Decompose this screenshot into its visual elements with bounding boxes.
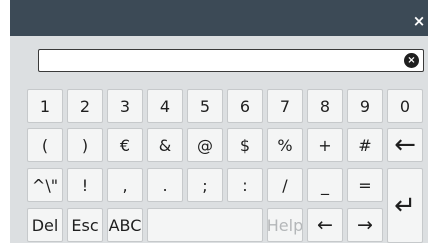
key-equals[interactable]: =	[347, 168, 383, 202]
key-caret-backslash-quote[interactable]: ^\"	[27, 168, 63, 202]
space-key[interactable]	[147, 208, 263, 242]
help-key: Help	[267, 208, 303, 242]
key-slash[interactable]: /	[267, 168, 303, 202]
key-1[interactable]: 1	[27, 89, 63, 123]
enter-key[interactable]: ↵	[387, 168, 423, 243]
key-0[interactable]: 0	[387, 89, 423, 123]
key-semicolon[interactable]: ;	[187, 168, 223, 202]
key-percent[interactable]: %	[267, 128, 303, 162]
key-dollar[interactable]: $	[227, 128, 263, 162]
key-exclamation[interactable]: !	[67, 168, 103, 202]
key-plus[interactable]: +	[307, 128, 343, 162]
key-9[interactable]: 9	[347, 89, 383, 123]
key-3[interactable]: 3	[107, 89, 143, 123]
clear-icon[interactable]: ×	[404, 53, 419, 68]
key-4[interactable]: 4	[147, 89, 183, 123]
key-underscore[interactable]: _	[307, 168, 343, 202]
delete-key[interactable]: Del	[27, 208, 63, 242]
abc-toggle-key[interactable]: ABC	[107, 208, 143, 242]
key-hash[interactable]: #	[347, 128, 383, 162]
key-ampersand[interactable]: &	[147, 128, 183, 162]
cursor-right-key[interactable]: →	[347, 208, 383, 242]
virtual-keyboard-window: × × 1 2 3 4 5 6 7 8 9 0 ( ) € & @ $ % + …	[10, 0, 428, 243]
key-6[interactable]: 6	[227, 89, 263, 123]
key-euro[interactable]: €	[107, 128, 143, 162]
title-bar: ×	[10, 0, 428, 36]
key-colon[interactable]: :	[227, 168, 263, 202]
close-button[interactable]: ×	[410, 10, 428, 32]
key-period[interactable]: .	[147, 168, 183, 202]
key-open-paren[interactable]: (	[27, 128, 63, 162]
backspace-key[interactable]: ←	[387, 128, 423, 162]
key-7[interactable]: 7	[267, 89, 303, 123]
key-5[interactable]: 5	[187, 89, 223, 123]
key-at[interactable]: @	[187, 128, 223, 162]
escape-key[interactable]: Esc	[67, 208, 103, 242]
key-2[interactable]: 2	[67, 89, 103, 123]
cursor-left-key[interactable]: ←	[307, 208, 343, 242]
key-8[interactable]: 8	[307, 89, 343, 123]
text-input[interactable]: ×	[38, 49, 424, 72]
key-comma[interactable]: ,	[107, 168, 143, 202]
key-close-paren[interactable]: )	[67, 128, 103, 162]
